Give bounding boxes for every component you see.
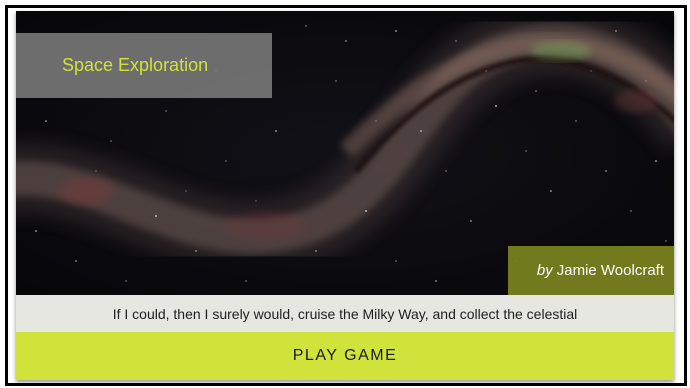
author-prefix: by <box>536 262 553 279</box>
hero-image: Space Exploration by Jamie Woolcraft <box>16 11 674 295</box>
author-badge: by Jamie Woolcraft <box>508 246 674 295</box>
game-caption: If I could, then I surely would, cruise … <box>16 295 674 332</box>
play-game-button[interactable]: PLAY GAME <box>16 332 674 380</box>
author-name: Jamie Woolcraft <box>556 262 664 279</box>
game-card: Space Exploration by Jamie Woolcraft If … <box>16 11 674 380</box>
game-title: Space Exploration <box>62 55 209 75</box>
title-banner: Space Exploration <box>16 33 272 98</box>
